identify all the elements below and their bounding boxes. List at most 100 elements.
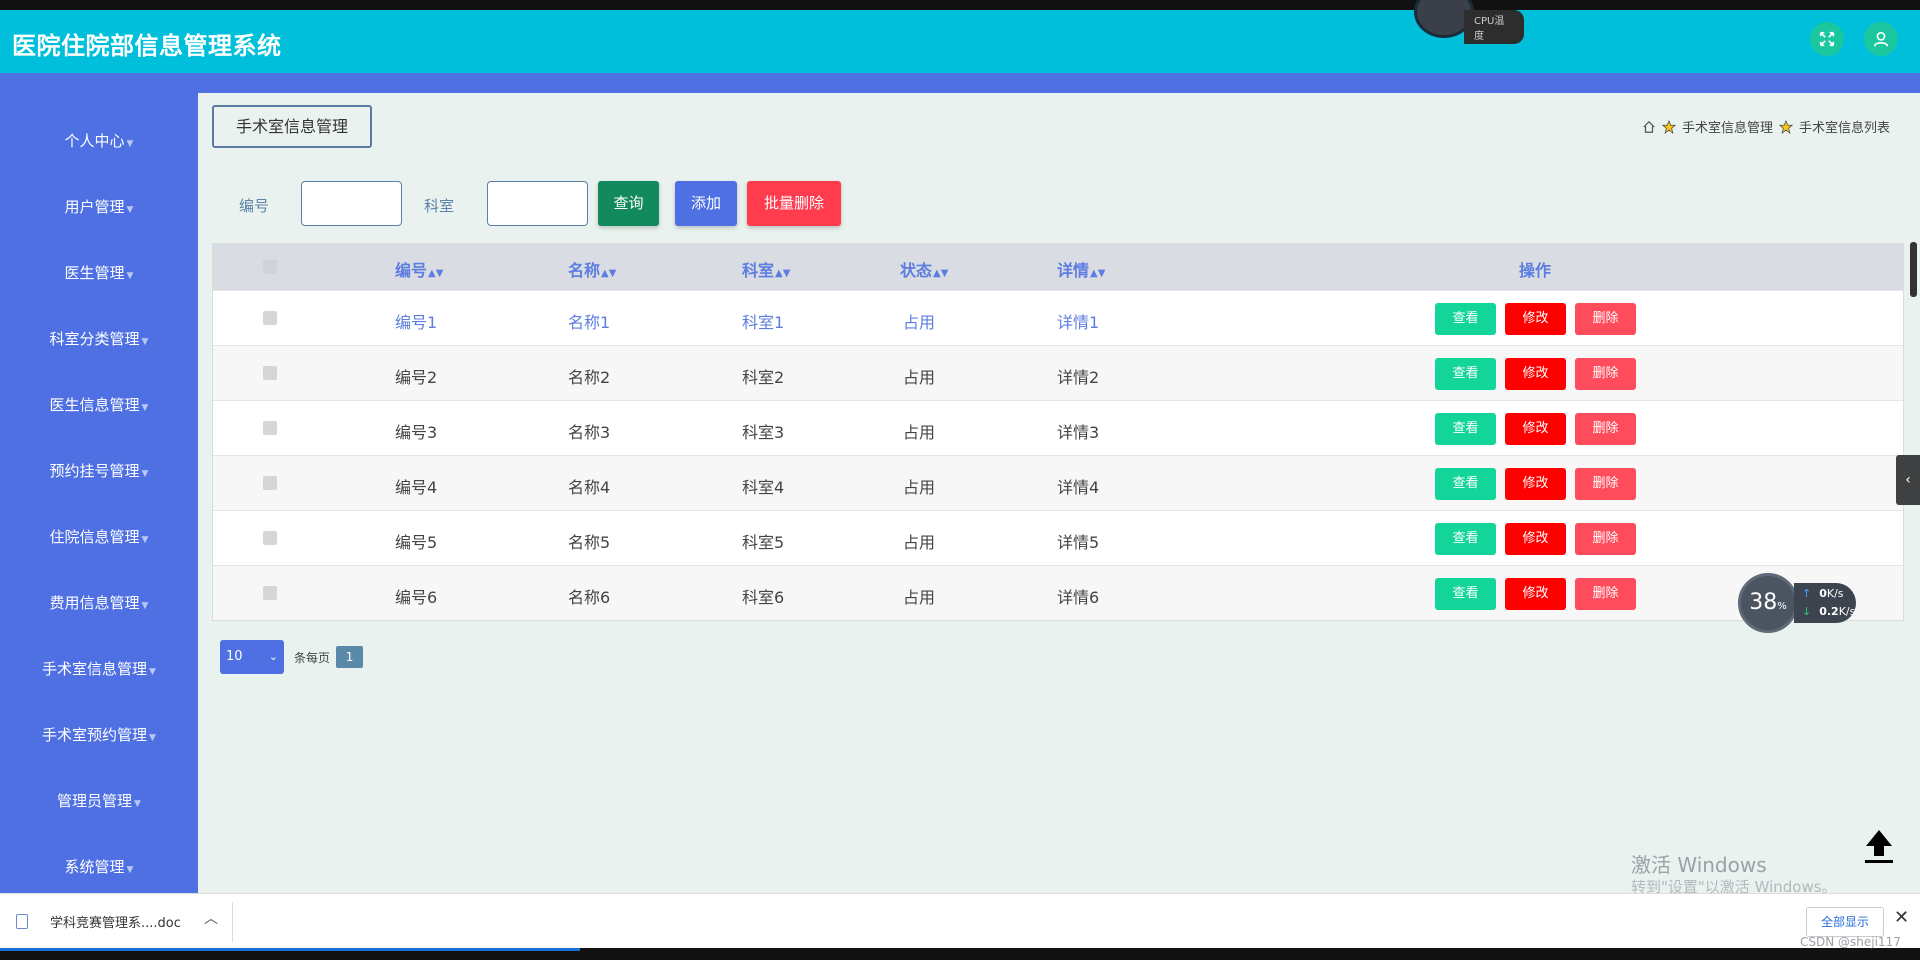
sidebar-item-dept-category[interactable]: 科室分类管理 ▼: [0, 324, 198, 354]
caret-down-icon: ▼: [141, 403, 149, 413]
sidebar-item-doctor-management[interactable]: 医生管理 ▼: [0, 258, 198, 288]
sidebar-item-personal-center[interactable]: 个人中心 ▼: [0, 126, 198, 156]
delete-button[interactable]: 删除: [1575, 468, 1636, 500]
cell-name: 名称6: [568, 588, 611, 607]
edit-button[interactable]: 修改: [1505, 523, 1566, 555]
download-item[interactable]: 学科竞赛管理系....doc: [16, 912, 181, 931]
caret-down-icon: ▼: [126, 865, 134, 875]
delete-button[interactable]: 删除: [1575, 303, 1636, 335]
add-button[interactable]: 添加: [675, 181, 737, 226]
cell-details: 详情5: [1057, 533, 1100, 552]
cell-name: 名称4: [568, 478, 611, 497]
edit-button[interactable]: 修改: [1505, 358, 1566, 390]
caret-down-icon: ▼: [126, 205, 134, 215]
cell-name: 名称1: [568, 313, 611, 332]
app-title: 医院住院部信息管理系统: [12, 32, 282, 60]
chevron-left-icon: ‹: [1905, 472, 1911, 488]
delete-button[interactable]: 删除: [1575, 523, 1636, 555]
usage-gauge: 38%: [1738, 573, 1798, 633]
sidebar-item-fees[interactable]: 费用信息管理 ▼: [0, 588, 198, 618]
table-row: 编号1 名称1 科室1 占用 详情1 查看 修改 删除: [213, 290, 1903, 345]
row-checkbox[interactable]: [263, 421, 277, 435]
cell-name: 名称5: [568, 533, 611, 552]
sidebar-item-label: 医生管理: [64, 264, 125, 282]
cell-number: 编号4: [395, 478, 438, 497]
header-dept[interactable]: 科室▲▼: [742, 257, 790, 281]
fullscreen-button[interactable]: [1810, 22, 1844, 56]
sidebar-item-doctor-info[interactable]: 医生信息管理 ▼: [0, 390, 198, 420]
sidebar-item-operating-room[interactable]: 手术室信息管理 ▼: [0, 654, 198, 684]
header-number-label: 编号: [395, 261, 428, 280]
sidebar-item-user-management[interactable]: 用户管理 ▼: [0, 192, 198, 222]
cell-number: 编号2: [395, 368, 438, 387]
page-title: 手术室信息管理: [212, 105, 372, 148]
side-panel-toggle[interactable]: ‹: [1896, 455, 1920, 505]
edit-button[interactable]: 修改: [1505, 413, 1566, 445]
dept-search-input[interactable]: [487, 181, 588, 226]
sidebar-item-label: 预约挂号管理: [49, 462, 140, 480]
back-to-top-icon[interactable]: [1862, 826, 1896, 866]
delete-button[interactable]: 删除: [1575, 358, 1636, 390]
sidebar-item-hospitalization[interactable]: 住院信息管理 ▼: [0, 522, 198, 552]
delete-button[interactable]: 删除: [1575, 578, 1636, 610]
header-actions: 操作: [1519, 261, 1552, 280]
header-details[interactable]: 详情▲▼: [1057, 257, 1105, 281]
view-button[interactable]: 查看: [1435, 523, 1496, 555]
sidebar-item-system-management[interactable]: 系统管理 ▼: [0, 852, 198, 882]
search-bar: 编号 科室 查询 添加 批量删除: [198, 181, 1098, 227]
edit-button[interactable]: 修改: [1505, 468, 1566, 500]
row-checkbox[interactable]: [263, 531, 277, 545]
sidebar-item-admin-management[interactable]: 管理员管理 ▼: [0, 786, 198, 816]
breadcrumb-level1[interactable]: 手术室信息管理: [1682, 117, 1773, 136]
row-checkbox[interactable]: [263, 311, 277, 325]
table-row: 编号2 名称2 科室2 占用 详情2 查看 修改 删除: [213, 345, 1903, 400]
expand-icon: [1819, 31, 1835, 47]
page-size-select[interactable]: 10 ⌄: [220, 640, 284, 674]
caret-down-icon: ▼: [134, 799, 141, 809]
home-icon[interactable]: [1642, 120, 1656, 134]
table-row: 编号6 名称6 科室6 占用 详情6 查看 修改 删除: [213, 565, 1903, 620]
close-icon[interactable]: ✕: [1894, 907, 1909, 928]
page-button-current[interactable]: 1: [336, 646, 364, 668]
sidebar-item-operating-room-booking[interactable]: 手术室预约管理 ▼: [0, 720, 198, 750]
query-button[interactable]: 查询: [598, 181, 659, 226]
header-name[interactable]: 名称▲▼: [568, 257, 616, 281]
view-button[interactable]: 查看: [1435, 303, 1496, 335]
activation-watermark-title: 激活 Windows: [1631, 853, 1767, 877]
top-strip: [0, 0, 1920, 10]
select-all-checkbox[interactable]: [263, 260, 277, 274]
view-button[interactable]: 查看: [1435, 413, 1496, 445]
breadcrumb-level2[interactable]: 手术室信息列表: [1799, 117, 1890, 136]
cell-dept: 科室6: [742, 588, 785, 607]
row-checkbox[interactable]: [263, 586, 277, 600]
sidebar-item-label: 管理员管理: [57, 792, 133, 810]
header-status-label: 状态: [900, 261, 933, 280]
row-checkbox[interactable]: [263, 366, 277, 380]
sidebar-item-label: 用户管理: [64, 198, 125, 216]
header-status[interactable]: 状态▲▼: [900, 257, 948, 281]
arrow-up-icon: ↑: [1802, 587, 1812, 600]
data-table: 编号▲▼ 名称▲▼ 科室▲▼ 状态▲▼ 详情▲▼ 操作 编号1 名称1 科室1 …: [212, 243, 1904, 621]
sidebar-item-appointment[interactable]: 预约挂号管理 ▼: [0, 456, 198, 486]
row-checkbox[interactable]: [263, 476, 277, 490]
caret-down-icon: ▼: [141, 469, 149, 479]
cell-status: 占用: [903, 533, 936, 552]
view-button[interactable]: 查看: [1435, 468, 1496, 500]
view-button[interactable]: 查看: [1435, 578, 1496, 610]
number-search-input[interactable]: [301, 181, 402, 226]
download-bar: 学科竞赛管理系....doc ︿ 全部显示 ✕: [0, 893, 1920, 948]
show-all-button[interactable]: 全部显示: [1806, 907, 1884, 937]
edit-button[interactable]: 修改: [1505, 578, 1566, 610]
batch-delete-button[interactable]: 批量删除: [747, 181, 841, 226]
delete-button[interactable]: 删除: [1575, 413, 1636, 445]
chevron-up-icon[interactable]: ︿: [204, 908, 218, 928]
scrollbar-thumb[interactable]: [1910, 242, 1917, 297]
upload-unit: K/s: [1826, 587, 1844, 600]
view-button[interactable]: 查看: [1435, 358, 1496, 390]
per-page-label: 条每页: [294, 650, 331, 665]
edit-button[interactable]: 修改: [1505, 303, 1566, 335]
cpu-widget: CPU温度: [1414, 0, 1524, 44]
header-number[interactable]: 编号▲▼: [395, 257, 443, 281]
sidebar-item-label: 系统管理: [64, 858, 125, 876]
user-button[interactable]: [1864, 22, 1898, 56]
